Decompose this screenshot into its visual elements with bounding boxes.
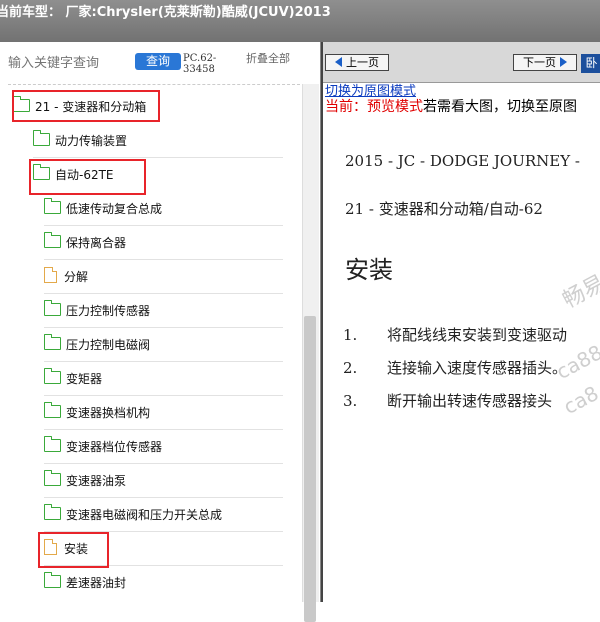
search-input[interactable]	[6, 52, 130, 74]
tree-item-label: 保持离合器	[66, 236, 127, 250]
catalog-panel: 查询 PC.62-33458 折叠全部 21 - 变速器和分动箱 动力传输装置 …	[0, 42, 321, 622]
procedure-step: 2. 连接输入速度传感器插头。	[343, 357, 567, 378]
next-page-button[interactable]: 下一页	[513, 54, 577, 71]
document-viewer: 上一页 下一页 卧 切换为原图模式 当前：预览模式若需看大图，切换至原图 畅易 …	[321, 42, 600, 602]
tree-item-label: 变矩器	[66, 372, 103, 386]
tree-item[interactable]: 变速器换档机构	[44, 396, 283, 430]
document-icon	[44, 267, 57, 283]
scrollbar-thumb[interactable]	[304, 316, 316, 622]
arrow-left-icon	[335, 57, 342, 67]
highlight-box	[12, 90, 160, 122]
tree-item-label: 变速器档位传感器	[66, 440, 163, 454]
folder-icon	[44, 436, 61, 452]
folder-icon	[44, 334, 61, 350]
tree-item-label: 压力控制传感器	[66, 304, 151, 318]
tree-item-label: 变速器油泵	[66, 474, 127, 488]
tree-item-label: 变速器换档机构	[66, 406, 151, 420]
procedure-step: 1. 将配线线束安装到变速驱动	[343, 324, 567, 345]
watermark: ca8	[559, 380, 600, 420]
step-text: 断开输出转速传感器接头	[387, 392, 553, 410]
doc-path: 21 - 变速器和分动箱/自动-62	[345, 200, 543, 218]
step-number: 3.	[343, 392, 358, 410]
step-text: 连接输入速度传感器插头。	[387, 359, 568, 377]
next-page-label: 下一页	[523, 56, 556, 69]
step-number: 1.	[343, 326, 358, 344]
tree-item[interactable]: 差速器油封	[44, 566, 283, 600]
step-number: 2.	[343, 359, 358, 377]
tree-item[interactable]: 低速传动复合总成	[44, 192, 283, 226]
tree-item-label: 分解	[64, 270, 89, 284]
status-hint: 若需看大图，切换至原图	[423, 99, 577, 115]
current-vehicle-label: 当前车型： 厂家:Chrysler(克莱斯勒)酷威(JCUV)2013	[0, 5, 331, 20]
highlight-box	[38, 532, 109, 568]
tree-item[interactable]: 保持离合器	[44, 226, 283, 260]
folder-icon	[33, 130, 50, 146]
viewer-toolbar: 上一页 下一页 卧	[323, 42, 600, 83]
tree-item-label: 低速传动复合总成	[66, 202, 163, 216]
folder-icon	[44, 470, 61, 486]
folder-icon	[44, 572, 61, 588]
folder-icon	[44, 232, 61, 248]
search-separator	[8, 84, 300, 85]
highlight-box	[29, 159, 146, 195]
step-text: 将配线线束安装到变速驱动	[387, 326, 568, 344]
tree-item[interactable]: 分解	[44, 260, 283, 294]
folder-icon	[44, 504, 61, 520]
tree-item[interactable]: 变矩器	[44, 362, 283, 396]
tree-item-power-transfer[interactable]: 动力传输装置	[33, 124, 283, 158]
toolbar-fragment[interactable]: 卧	[581, 54, 600, 73]
doc-header: 2015 - JC - DODGE JOURNEY -	[345, 152, 580, 170]
tree-item-label: 差速器油封	[66, 576, 127, 590]
pc-code: PC.62-33458	[183, 53, 217, 75]
tree-item[interactable]: 变速器电磁阀和压力开关总成	[44, 498, 283, 532]
tree-item-label: 压力控制电磁阀	[66, 338, 151, 352]
procedure-step: 3. 断开输出转速传感器接头	[343, 390, 552, 411]
tree-item[interactable]: 变速器档位传感器	[44, 430, 283, 464]
folder-icon	[44, 300, 61, 316]
tree-item[interactable]: 压力控制电磁阀	[44, 328, 283, 362]
tree-item-label: 变速器电磁阀和压力开关总成	[66, 508, 223, 522]
previous-page-button[interactable]: 上一页	[325, 54, 389, 71]
folder-icon	[44, 368, 61, 384]
folder-icon	[44, 402, 61, 418]
folder-icon	[44, 198, 61, 214]
tree-item-label: 动力传输装置	[55, 134, 128, 148]
preview-mode-status: 当前：预览模式若需看大图，切换至原图	[325, 96, 577, 116]
title-bar: 当前车型： 厂家:Chrysler(克莱斯勒)酷威(JCUV)2013	[0, 0, 600, 42]
previous-page-label: 上一页	[346, 56, 379, 69]
search-button[interactable]: 查询	[135, 53, 181, 70]
status-current: 当前：预览模式	[325, 99, 423, 115]
tree-item[interactable]: 压力控制传感器	[44, 294, 283, 328]
search-row: 查询 PC.62-33458 折叠全部	[0, 42, 300, 82]
arrow-right-icon	[560, 57, 567, 67]
watermark: 畅易	[558, 270, 600, 314]
section-title: 安装	[345, 256, 393, 284]
tree-item[interactable]: 变速器油泵	[44, 464, 283, 498]
collapse-all-link[interactable]: 折叠全部	[246, 53, 290, 65]
